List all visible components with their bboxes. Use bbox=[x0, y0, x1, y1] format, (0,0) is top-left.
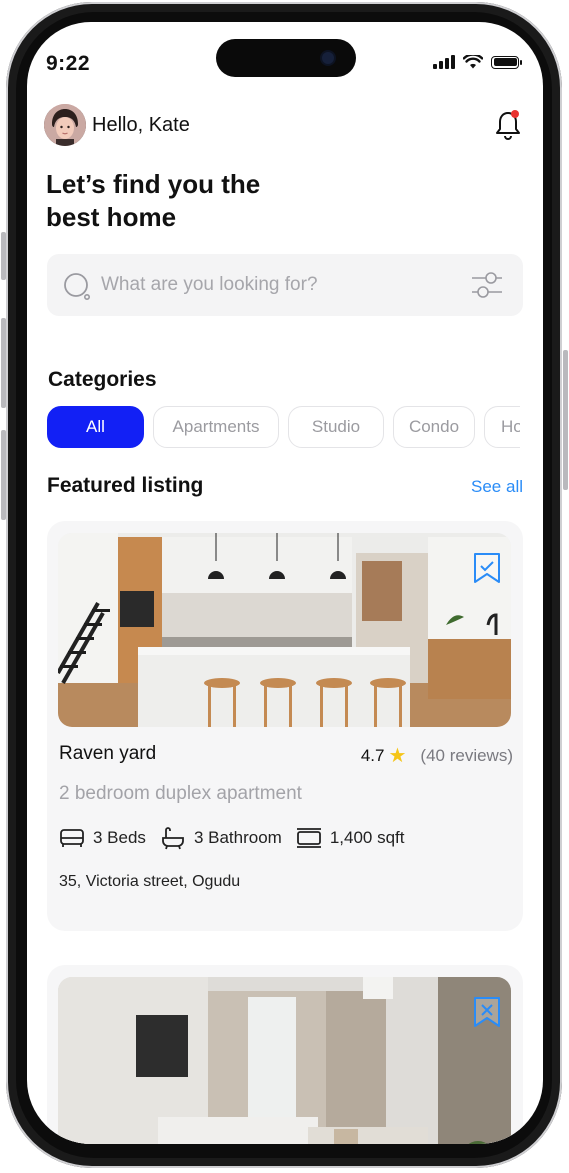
area-label: 1,400 sqft bbox=[329, 828, 405, 847]
volume-up-button bbox=[1, 318, 6, 408]
see-all-link[interactable]: See all bbox=[471, 477, 523, 497]
category-chip-studio[interactable]: Studio bbox=[288, 406, 384, 448]
silent-switch bbox=[1, 232, 6, 280]
headline-line-1: Let’s find you the bbox=[46, 169, 261, 199]
bathtub-icon bbox=[162, 827, 184, 850]
status-icons bbox=[433, 55, 522, 69]
wifi-icon bbox=[463, 55, 483, 69]
category-chips: All Apartments Studio Condo House bbox=[47, 406, 520, 450]
dynamic-island bbox=[216, 39, 356, 77]
rating-value: 4.7 bbox=[360, 745, 385, 765]
kitchen-photo bbox=[58, 533, 511, 727]
review-count: (40 reviews) bbox=[420, 745, 513, 765]
listing-title[interactable]: Raven yard bbox=[59, 743, 156, 765]
beds-feature: 3 Beds bbox=[59, 828, 146, 848]
category-chip-all[interactable]: All bbox=[47, 406, 144, 448]
notification-bell-icon[interactable] bbox=[493, 108, 523, 142]
featured-heading: Featured listing bbox=[47, 474, 204, 497]
living-room-photo bbox=[58, 977, 511, 1144]
category-chip-house[interactable]: House bbox=[484, 406, 520, 448]
listing-rating: 4.7 ★ (40 reviews) bbox=[361, 743, 513, 768]
bathroom-feature: 3 Bathroom bbox=[160, 826, 282, 850]
screen: 9:22 Hello, Kate Let’s find you the best… bbox=[27, 22, 543, 1144]
battery-icon bbox=[491, 55, 522, 69]
headline-line-2: best home bbox=[46, 202, 177, 232]
filter-sliders-icon[interactable] bbox=[471, 270, 503, 300]
bathroom-label: 3 Bathroom bbox=[193, 828, 282, 847]
search-bar[interactable]: What are you looking for? bbox=[47, 254, 523, 316]
listing-card[interactable]: Raven yard 4.7 ★ (40 reviews) 2 bedroom … bbox=[47, 521, 523, 931]
categories-heading: Categories bbox=[48, 368, 157, 391]
volume-down-button bbox=[1, 430, 6, 520]
listing-features: 3 Beds 3 Bathroom 1,400 sqft bbox=[59, 826, 419, 850]
beds-label: 3 Beds bbox=[93, 828, 146, 847]
camera-icon bbox=[322, 52, 334, 64]
category-chip-apartments[interactable]: Apartments bbox=[153, 406, 279, 448]
listing-photo bbox=[58, 533, 511, 727]
star-icon: ★ bbox=[388, 745, 407, 767]
bed-icon bbox=[60, 829, 84, 847]
listing-description: 2 bedroom duplex apartment bbox=[59, 783, 302, 804]
listing-address: 35, Victoria street, Ogudu bbox=[59, 873, 241, 890]
page-headline: Let’s find you the best home bbox=[46, 168, 346, 234]
status-time: 9:22 bbox=[46, 52, 91, 75]
listing-card[interactable] bbox=[47, 965, 523, 1144]
bookmark-icon[interactable] bbox=[472, 551, 502, 585]
area-icon bbox=[296, 828, 321, 848]
cellular-signal-icon bbox=[433, 55, 455, 69]
greeting-text: Hello, Kate bbox=[92, 114, 190, 136]
search-icon bbox=[64, 273, 90, 300]
bookmark-icon[interactable] bbox=[472, 995, 502, 1029]
avatar[interactable] bbox=[44, 104, 86, 146]
search-input[interactable]: What are you looking for? bbox=[101, 274, 318, 296]
category-chip-condo[interactable]: Condo bbox=[393, 406, 475, 448]
area-feature: 1,400 sqft bbox=[296, 828, 405, 848]
power-button bbox=[563, 350, 568, 490]
listing-photo bbox=[58, 977, 511, 1144]
